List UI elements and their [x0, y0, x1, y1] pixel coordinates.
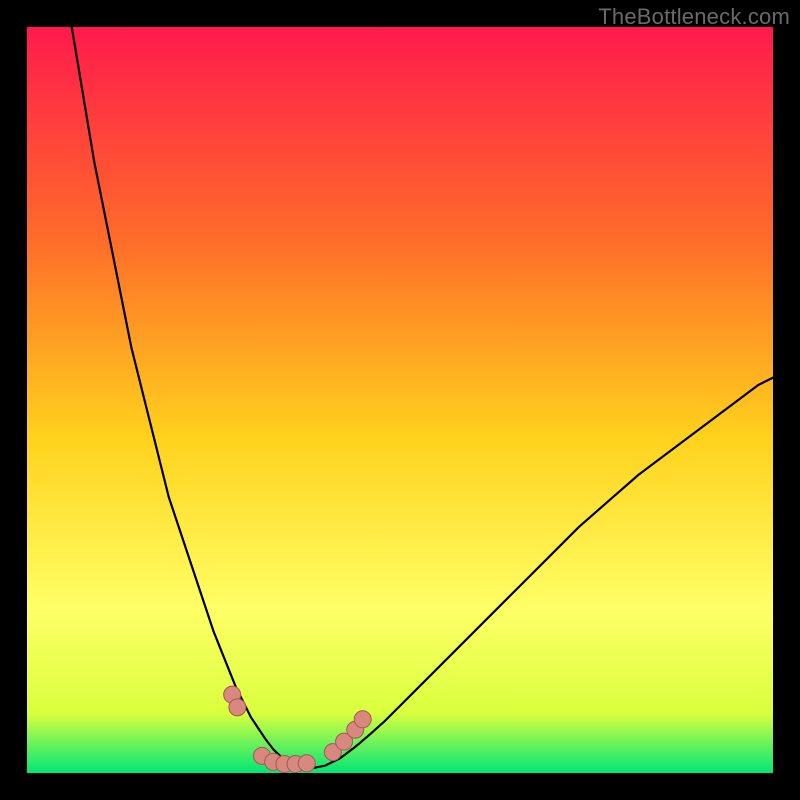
bottleneck-chart: [27, 27, 773, 773]
data-marker: [298, 755, 315, 772]
data-marker: [229, 699, 246, 716]
gradient-background: [27, 27, 773, 773]
watermark-text: TheBottleneck.com: [598, 4, 790, 30]
plot-area: [27, 27, 773, 773]
chart-frame: TheBottleneck.com: [0, 0, 800, 800]
data-marker: [354, 711, 371, 728]
